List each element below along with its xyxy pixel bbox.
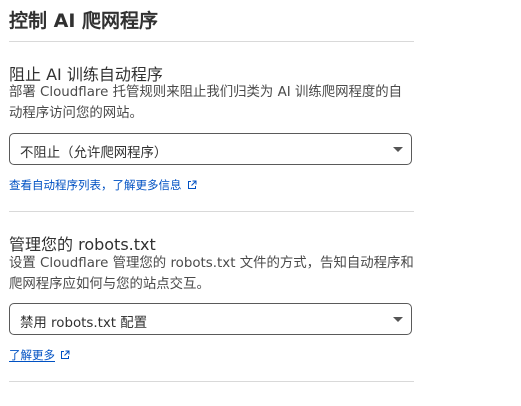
robots-txt-title: 管理您的 robots.txt bbox=[9, 235, 156, 254]
chevron-down-icon bbox=[393, 147, 403, 152]
view-bot-list-link[interactable]: 查看自动程序列表，了解更多信息 bbox=[9, 177, 197, 193]
robots-txt-select-value: 禁用 robots.txt 配置 bbox=[20, 316, 148, 331]
external-link-icon bbox=[60, 349, 70, 363]
bottom-divider bbox=[9, 381, 414, 382]
block-ai-bots-select-value: 不阻止（允许爬网程序） bbox=[20, 146, 168, 161]
learn-more-link-label: 了解更多 bbox=[9, 348, 55, 362]
view-bot-list-link-label: 查看自动程序列表，了解更多信息 bbox=[9, 178, 182, 192]
ai-crawler-panel: 控制 AI 爬网程序 阻止 AI 训练自动程序 部署 Cloudflare 托管… bbox=[0, 0, 414, 406]
page-title: 控制 AI 爬网程序 bbox=[9, 10, 159, 32]
title-divider bbox=[9, 41, 414, 42]
robots-txt-description: 设置 Cloudflare 管理您的 robots.txt 文件的方式，告知自动… bbox=[9, 256, 414, 292]
learn-more-link[interactable]: 了解更多 bbox=[9, 347, 70, 363]
block-ai-bots-description: 部署 Cloudflare 托管规则来阻止我们归类为 AI 训练爬网程度的自动程… bbox=[9, 85, 403, 121]
external-link-icon bbox=[187, 179, 197, 193]
block-ai-bots-select[interactable]: 不阻止（允许爬网程序） bbox=[9, 133, 412, 165]
chevron-down-icon bbox=[393, 317, 403, 322]
robots-txt-select[interactable]: 禁用 robots.txt 配置 bbox=[9, 303, 412, 335]
section-divider bbox=[9, 211, 414, 212]
